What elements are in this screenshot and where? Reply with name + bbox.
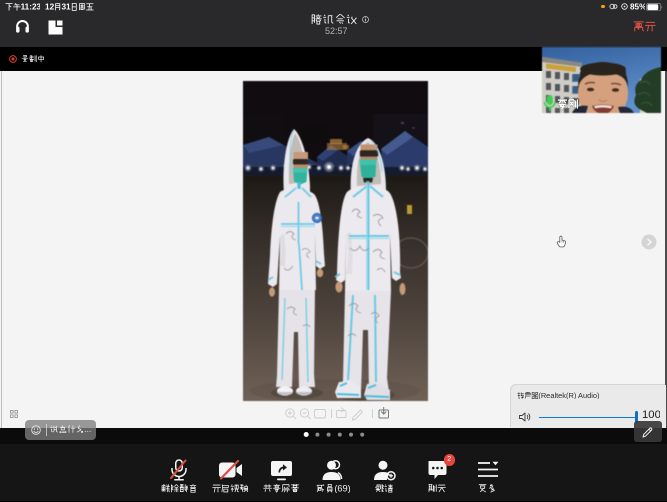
svg-text:31: 31 [62,3,72,11]
svg-text:100: 100 [642,409,660,420]
svg-text:12: 12 [45,3,55,11]
svg-text:52:57: 52:57 [325,27,346,36]
svg-text:(69): (69) [334,484,350,493]
svg-text:...: ... [84,425,91,433]
svg-text:85%: 85% [630,3,646,11]
svg-text:(Realtek(R) Audio): (Realtek(R) Audio) [538,392,598,399]
svg-text:11:23: 11:23 [21,3,40,11]
